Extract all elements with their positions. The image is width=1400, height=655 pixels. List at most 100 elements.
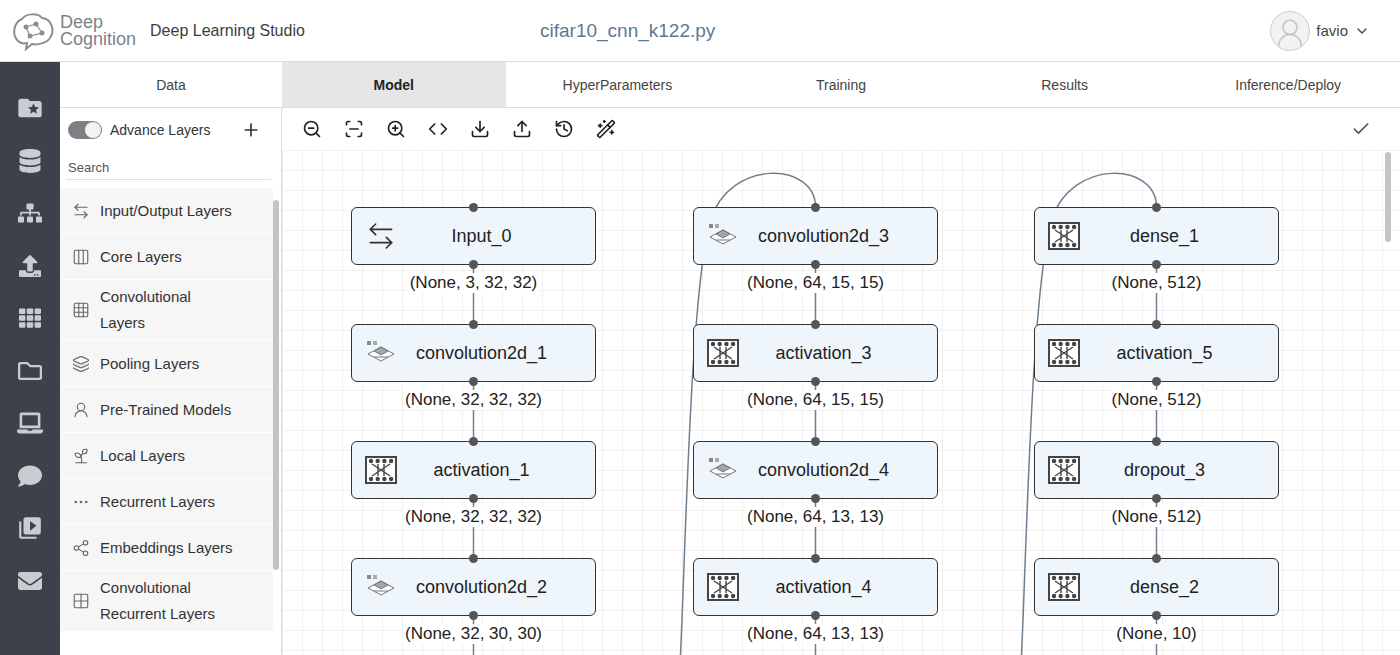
code-button[interactable] <box>417 108 459 150</box>
chat-icon[interactable] <box>0 450 60 503</box>
search-field[interactable] <box>66 156 271 180</box>
layer-category[interactable]: Convolutional Recurrent Layers <box>60 571 273 632</box>
layer-node[interactable]: activation_3(None, 64, 15, 15) <box>693 324 938 410</box>
model-canvas[interactable]: Input_0(None, 3, 32, 32) convolution2d_1(… <box>282 150 1400 655</box>
layer-category[interactable]: Core Layers <box>60 234 273 280</box>
layer-node[interactable]: convolution2d_4(None, 64, 13, 13) <box>693 441 938 527</box>
tab-bar: DataModelHyperParametersTrainingResultsI… <box>60 62 1400 108</box>
output-port[interactable] <box>811 377 820 386</box>
output-port[interactable] <box>469 611 478 620</box>
input-port[interactable] <box>469 203 478 212</box>
layer-category[interactable]: Local Layers <box>60 433 273 479</box>
node-box[interactable]: Input_0 <box>351 207 596 265</box>
workspace: Input_0(None, 3, 32, 32) convolution2d_1(… <box>282 108 1400 655</box>
fit-button[interactable] <box>333 108 375 150</box>
layer-node[interactable]: convolution2d_1(None, 32, 32, 32) <box>351 324 596 410</box>
tab[interactable]: HyperParameters <box>506 62 730 107</box>
input-port[interactable] <box>469 437 478 446</box>
database-icon[interactable] <box>0 135 60 188</box>
layer-node[interactable]: dropout_3(None, 512) <box>1034 441 1279 527</box>
mail-icon[interactable] <box>0 555 60 608</box>
history-button[interactable] <box>543 108 585 150</box>
output-port[interactable] <box>1152 494 1161 503</box>
node-box[interactable]: convolution2d_3 <box>693 207 938 265</box>
add-button[interactable] <box>241 120 261 140</box>
layer-category[interactable]: Input/Output Layers <box>60 188 273 234</box>
confirm-button[interactable] <box>1340 108 1382 150</box>
layer-category[interactable]: Pre-Trained Models <box>60 387 273 433</box>
code-icon <box>428 119 448 139</box>
input-port[interactable] <box>811 554 820 563</box>
input-port[interactable] <box>1152 320 1161 329</box>
node-box[interactable]: activation_4 <box>693 558 938 616</box>
output-port[interactable] <box>811 494 820 503</box>
node-box[interactable]: dense_2 <box>1034 558 1279 616</box>
output-port[interactable] <box>1152 377 1161 386</box>
recurrent-icon <box>70 493 92 511</box>
tab[interactable]: Inference/Deploy <box>1176 62 1400 107</box>
starred-folder-icon[interactable] <box>0 82 60 135</box>
zoom-in-button[interactable] <box>375 108 417 150</box>
avatar[interactable] <box>1270 11 1310 51</box>
scrollbar-thumb[interactable] <box>273 200 279 570</box>
user-menu[interactable]: favio <box>1270 11 1400 51</box>
upload-button[interactable] <box>501 108 543 150</box>
zoom-out-button[interactable] <box>291 108 333 150</box>
folder-icon[interactable] <box>0 345 60 398</box>
node-box[interactable]: activation_5 <box>1034 324 1279 382</box>
video-icon[interactable] <box>0 502 60 555</box>
download-button[interactable] <box>459 108 501 150</box>
layer-node[interactable]: Input_0(None, 3, 32, 32) <box>351 207 596 293</box>
tab[interactable]: Data <box>60 62 282 107</box>
layer-node[interactable]: activation_5(None, 512) <box>1034 324 1279 410</box>
input-port[interactable] <box>469 320 478 329</box>
output-port[interactable] <box>1152 260 1161 269</box>
input-port[interactable] <box>1152 437 1161 446</box>
layer-category[interactable]: Pooling Layers <box>60 341 273 387</box>
layer-node[interactable]: activation_4(None, 64, 13, 13) <box>693 558 938 644</box>
network-icon[interactable] <box>0 187 60 240</box>
tab[interactable]: Model <box>282 62 506 107</box>
upload-icon[interactable] <box>0 240 60 293</box>
input-port[interactable] <box>1152 203 1161 212</box>
node-box[interactable]: activation_1 <box>351 441 596 499</box>
layer-category[interactable]: Recurrent Layers <box>60 479 273 525</box>
input-port[interactable] <box>811 437 820 446</box>
layer-node[interactable]: dense_2(None, 10) <box>1034 558 1279 644</box>
node-box[interactable]: convolution2d_2 <box>351 558 596 616</box>
node-box[interactable]: convolution2d_4 <box>693 441 938 499</box>
input-port[interactable] <box>1152 554 1161 563</box>
node-name: dense_1 <box>1091 226 1268 247</box>
layer-category-label: Pre-Trained Models <box>100 397 231 423</box>
output-port[interactable] <box>811 611 820 620</box>
upload-icon <box>512 119 532 139</box>
input-port[interactable] <box>811 320 820 329</box>
layer-category[interactable]: Convolutional Layers <box>60 280 273 341</box>
grid-icon[interactable] <box>0 292 60 345</box>
output-port[interactable] <box>469 377 478 386</box>
input-port[interactable] <box>469 554 478 563</box>
node-box[interactable]: dropout_3 <box>1034 441 1279 499</box>
node-box[interactable]: convolution2d_1 <box>351 324 596 382</box>
output-port[interactable] <box>811 260 820 269</box>
tab[interactable]: Results <box>953 62 1177 107</box>
magic-wand-button[interactable] <box>585 108 627 150</box>
layer-node[interactable]: convolution2d_3(None, 64, 15, 15) <box>693 207 938 293</box>
layer-node[interactable]: activation_1(None, 32, 32, 32) <box>351 441 596 527</box>
layer-node[interactable]: convolution2d_2(None, 32, 30, 30) <box>351 558 596 644</box>
output-port[interactable] <box>469 260 478 269</box>
layer-node[interactable]: dense_1(None, 512) <box>1034 207 1279 293</box>
advance-layers-switch[interactable] <box>68 121 102 139</box>
laptop-icon[interactable] <box>0 397 60 450</box>
layer-sidebar: Advance LayersInput/Output LayersCore La… <box>60 108 282 655</box>
output-port[interactable] <box>469 494 478 503</box>
tab[interactable]: Training <box>729 62 953 107</box>
output-port[interactable] <box>1152 611 1161 620</box>
canvas-scrollbar-thumb[interactable] <box>1385 152 1391 242</box>
input-port[interactable] <box>811 203 820 212</box>
node-box[interactable]: activation_3 <box>693 324 938 382</box>
node-box[interactable]: dense_1 <box>1034 207 1279 265</box>
layer-list: Input/Output LayersCore LayersConvolutio… <box>60 188 281 632</box>
layer-category-label: Local Layers <box>100 443 185 469</box>
layer-category[interactable]: Embeddings Layers <box>60 525 273 571</box>
